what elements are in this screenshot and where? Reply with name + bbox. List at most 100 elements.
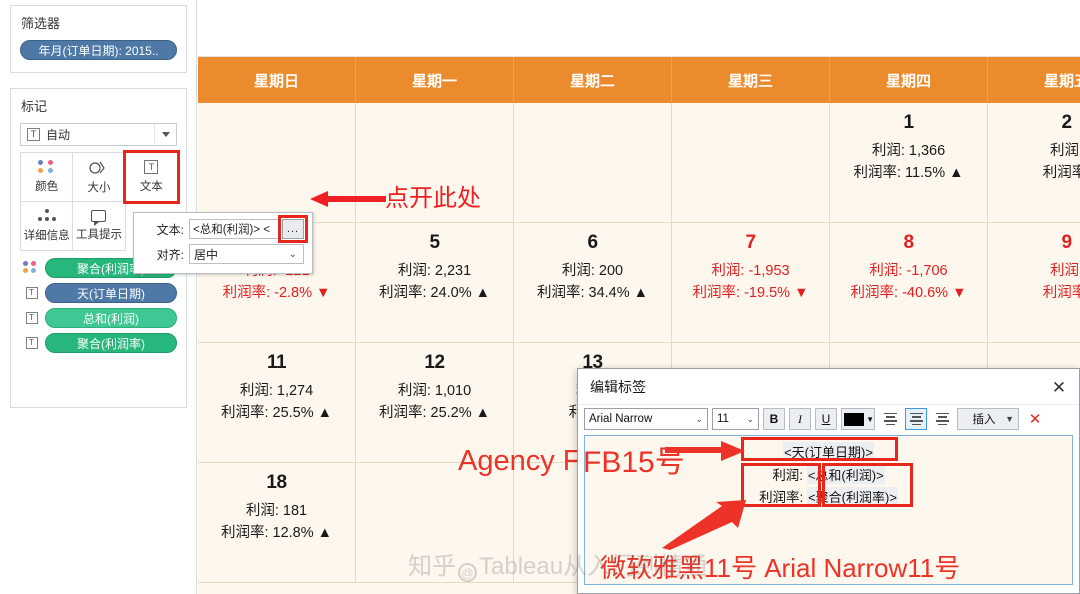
chevron-down-icon: ⌄ — [746, 413, 754, 424]
calendar-top-spacer — [198, 0, 1080, 57]
underline-button[interactable]: U — [815, 408, 837, 430]
align-center-button[interactable] — [905, 408, 927, 430]
text-icon: T — [23, 336, 40, 350]
calendar-header-4: 星期四 — [830, 57, 988, 103]
annotation-arrow-left — [310, 190, 386, 208]
marks-pill-row[interactable]: T 聚合(利润率) — [23, 333, 177, 353]
font-size-select[interactable]: 11 ⌄ — [712, 408, 759, 430]
calendar-cell-rate: 利润率: -40.6% ▼ — [850, 285, 967, 302]
calendar-header-1: 星期一 — [356, 57, 514, 103]
calendar-cell-empty — [514, 103, 672, 223]
calendar-cell-empty — [672, 103, 830, 223]
watermark-handle: Tableau从入门到精通 — [479, 553, 708, 580]
chevron-down-icon: ▼ — [866, 414, 874, 424]
text-icon: T — [144, 160, 159, 174]
filters-card-title: 筛选器 — [21, 16, 61, 31]
calendar-cell-day-18[interactable]: 18 利润: 181 利润率: 12.8% ▲ — [198, 463, 356, 583]
align-right-button[interactable] — [931, 408, 953, 430]
marks-button-size-label: 大小 — [87, 181, 111, 194]
calendar-cell-rate: 利润率: 24.0% ▲ — [378, 285, 491, 302]
calendar-header-0: 星期日 — [198, 57, 356, 103]
calendar-cell-profit: 利润: 1,010 — [397, 383, 472, 399]
font-family-select[interactable]: Arial Narrow ⌄ — [584, 408, 708, 430]
calendar-day-number: 1 — [903, 112, 914, 133]
calendar-cell-day-1[interactable]: 1 利润: 1,366 利润率: 11.5% ▲ — [830, 103, 988, 223]
text-icon: T — [27, 128, 40, 141]
dialog-titlebar: 编辑标签 ✕ — [578, 369, 1079, 405]
mark-type-value: 自动 — [46, 128, 71, 142]
calendar-day-number: 9 — [1061, 232, 1072, 253]
close-icon[interactable]: ✕ — [1049, 377, 1069, 397]
font-color-button[interactable]: ▼ — [841, 408, 875, 430]
calendar-header-5: 星期五 — [988, 57, 1080, 103]
color-dots-icon — [38, 160, 55, 174]
calendar-day-number: 8 — [903, 232, 914, 253]
calendar-day-number: 18 — [266, 472, 287, 493]
watermark: 知乎 @ Tableau从入门到精通 — [408, 546, 707, 582]
calendar-cell-profit: 利润: 181 — [245, 503, 308, 519]
align-left-button[interactable] — [879, 408, 901, 430]
highlight-box-labels — [741, 463, 821, 507]
calendar-cell-day-2[interactable]: 2 利润: 利润率: — [988, 103, 1080, 223]
marks-pill-aggregate-rate-2[interactable]: 聚合(利润率) — [45, 333, 177, 353]
calendar-cell-day-9[interactable]: 9 利润: 利润率: — [988, 223, 1080, 343]
calendar-cell-day-7[interactable]: 7 利润: -1,953 利润率: -19.5% ▼ — [672, 223, 830, 343]
calendar-cell-profit: 利润: — [1049, 143, 1080, 159]
marks-pill-day-order-date[interactable]: 天(订单日期) — [45, 283, 177, 303]
marks-button-size[interactable]: 大小 — [72, 152, 126, 202]
highlight-box-tokens — [822, 463, 913, 507]
text-popup-ellipsis-button[interactable]: ... — [278, 215, 308, 243]
watermark-prefix: 知乎 — [408, 553, 456, 580]
bold-button[interactable]: B — [763, 408, 785, 430]
calendar-cell-profit: 利润: -1,706 — [869, 263, 948, 279]
calendar-cell-profit: 利润: 1,274 — [239, 383, 314, 399]
text-popup-text-label: 文本: — [156, 222, 184, 237]
calendar-day-number: 6 — [587, 232, 598, 253]
calendar-cell-rate: 利润率: -19.5% ▼ — [692, 285, 809, 302]
text-popup-text-input[interactable]: <总和(利润)> < — [189, 219, 279, 239]
marks-button-tooltip[interactable]: 工具提示 — [72, 201, 126, 251]
calendar-cell-day-6[interactable]: 6 利润: 200 利润率: 34.4% ▲ — [514, 223, 672, 343]
marks-button-detail-label: 详细信息 — [23, 230, 70, 242]
calendar-cell-rate: 利润率: 25.5% ▲ — [220, 405, 333, 422]
calendar-cell-day-5[interactable]: 5 利润: 2,231 利润率: 24.0% ▲ — [356, 223, 514, 343]
calendar-day-number: 2 — [1061, 112, 1072, 133]
calendar-day-number: 7 — [745, 232, 756, 253]
calendar-cell-day-11[interactable]: 11 利润: 1,274 利润率: 25.5% ▲ — [198, 343, 356, 463]
color-dots-icon — [23, 261, 40, 275]
chevron-down-icon[interactable] — [154, 124, 176, 145]
text-popup-align-row: 对齐: 居中 ⌄ — [142, 244, 304, 264]
text-popup-align-select[interactable]: 居中 ⌄ — [189, 244, 304, 264]
calendar-cell-day-8[interactable]: 8 利润: -1,706 利润率: -40.6% ▼ — [830, 223, 988, 343]
filter-pill-year-month[interactable]: 年月(订单日期): 2015.. — [20, 40, 177, 60]
calendar-cell-rate: 利润率: — [1042, 165, 1080, 182]
calendar-header-2: 星期二 — [514, 57, 672, 103]
insert-button-label: 插入 — [972, 414, 996, 426]
clear-formatting-button[interactable]: ✕ — [1023, 408, 1047, 430]
font-size-value: 11 — [717, 413, 729, 425]
marks-pill-row[interactable]: T 总和(利润) — [23, 308, 177, 328]
marks-button-text-label: 文本 — [139, 181, 163, 193]
calendar-cell-rate: 利润率: 12.8% ▲ — [220, 525, 333, 542]
marks-pill-sum-profit[interactable]: 总和(利润) — [45, 308, 177, 328]
filters-card: 筛选器 年月(订单日期): 2015.. — [10, 5, 187, 73]
marks-pill-row[interactable]: T 天(订单日期) — [23, 283, 177, 303]
annotation-fb15: FB15号 — [583, 446, 685, 479]
calendar-cell-profit: 利润: -1,953 — [711, 263, 790, 279]
highlight-box-date — [741, 437, 898, 461]
marks-button-color-label: 颜色 — [35, 181, 59, 193]
calendar-cell-rate: 利润率: — [1042, 285, 1080, 302]
text-popup-text-row: 文本: <总和(利润)> < ... — [142, 215, 308, 243]
calendar-cell-profit: 利润: 2,231 — [397, 263, 472, 279]
marks-button-detail[interactable]: 详细信息 — [20, 201, 74, 251]
mark-type-select[interactable]: T 自动 — [20, 123, 177, 146]
marks-button-text[interactable]: T 文本 — [122, 150, 180, 204]
marks-button-color[interactable]: 颜色 — [20, 152, 74, 202]
calendar-header-row: 星期日星期一星期二星期三星期四星期五星期六 — [198, 57, 1080, 103]
calendar-cell-profit: 利润: — [1049, 263, 1080, 279]
text-icon: T — [23, 311, 40, 325]
insert-button[interactable]: 插入 ▼ — [957, 408, 1019, 430]
italic-button[interactable]: I — [789, 408, 811, 430]
marks-card-title: 标记 — [21, 99, 48, 114]
marks-button-tooltip-label: 工具提示 — [75, 229, 122, 241]
